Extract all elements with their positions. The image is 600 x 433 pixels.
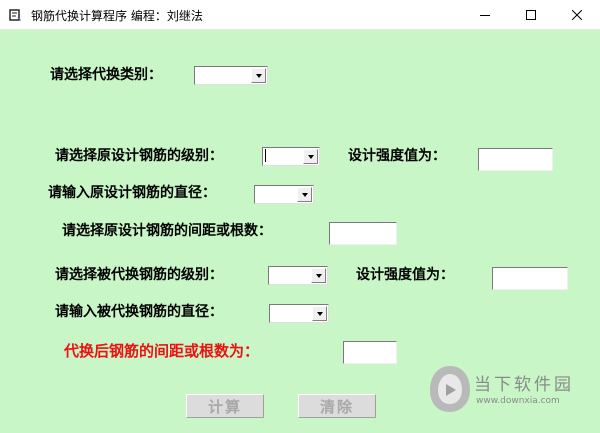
close-icon (572, 10, 582, 20)
orig-diameter-combo[interactable] (254, 185, 314, 204)
result-field[interactable] (343, 341, 397, 364)
new-grade-combo[interactable] (268, 266, 328, 285)
downxia-logo-icon (430, 366, 470, 412)
watermark: 当下软件园 www.downxia.com (428, 346, 598, 430)
chevron-down-icon[interactable] (303, 149, 318, 164)
close-button[interactable] (554, 0, 600, 30)
maximize-button[interactable] (508, 0, 554, 30)
maximize-icon (526, 10, 536, 20)
new-grade-label: 请选择被代换钢筋的级别： (55, 267, 223, 283)
title-bar[interactable]: 钢筋代换计算程序 编程：刘继法 (0, 0, 600, 30)
minimize-icon (480, 15, 490, 16)
type-combo[interactable] (194, 66, 268, 85)
watermark-text-cn: 当下软件园 (474, 375, 574, 395)
calculate-button[interactable]: 计算 (186, 394, 264, 418)
chevron-down-icon[interactable] (251, 68, 266, 83)
watermark-text-en: www.downxia.com (476, 396, 560, 406)
window-title: 钢筋代换计算程序 编程：刘继法 (31, 9, 203, 23)
chevron-down-icon[interactable] (312, 306, 327, 321)
new-strength-label: 设计强度值为： (356, 267, 454, 283)
new-diameter-label: 请输入被代换钢筋的直径： (55, 304, 223, 320)
result-label: 代换后钢筋的间距或根数为： (64, 342, 260, 360)
clear-button[interactable]: 清除 (298, 394, 376, 418)
orig-spacing-field[interactable] (329, 222, 397, 245)
orig-grade-label: 请选择原设计钢筋的级别： (55, 148, 223, 164)
orig-spacing-label: 请选择原设计钢筋的间距或根数： (62, 223, 272, 239)
orig-strength-label: 设计强度值为： (348, 148, 446, 164)
new-strength-field[interactable] (492, 267, 568, 290)
app-icon (9, 9, 21, 21)
chevron-down-icon[interactable] (311, 268, 326, 283)
type-label: 请选择代换类别： (50, 67, 162, 83)
new-diameter-combo[interactable] (269, 304, 329, 323)
orig-grade-combo[interactable] (262, 147, 320, 166)
chevron-down-icon[interactable] (297, 187, 312, 202)
orig-diameter-label: 请输入原设计钢筋的直径： (48, 185, 216, 201)
minimize-button[interactable] (462, 0, 508, 30)
orig-strength-field[interactable] (478, 148, 553, 171)
